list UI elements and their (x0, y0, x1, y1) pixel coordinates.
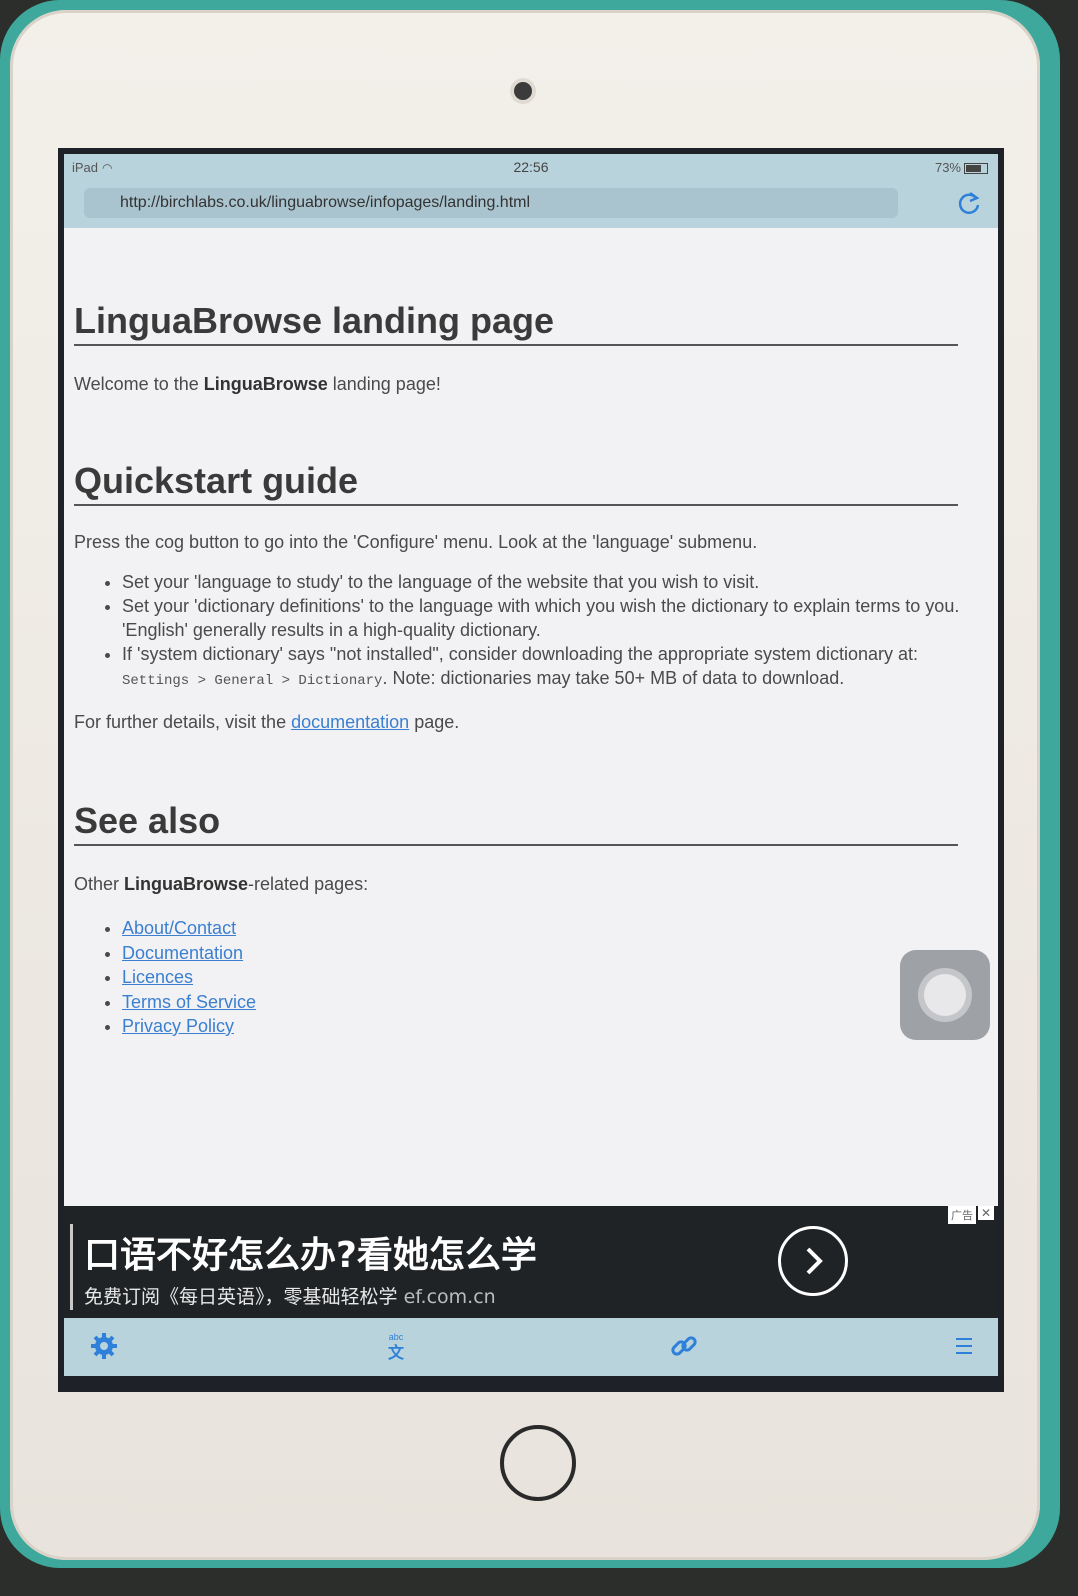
battery-icon (964, 163, 988, 175)
licences-link[interactable]: Licences (122, 967, 193, 987)
list-item: Set your 'language to study' to the lang… (122, 570, 982, 594)
settings-path: Settings > General > Dictionary (122, 673, 383, 689)
url-field[interactable]: http://birchlabs.co.uk/linguabrowse/info… (84, 188, 898, 218)
list-item: About/Contact (122, 916, 982, 941)
quickstart-heading: Quickstart guide (74, 460, 958, 506)
quickstart-list: Set your 'language to study' to the lang… (74, 570, 982, 693)
web-content: LinguaBrowse landing page Welcome to the… (64, 228, 998, 1206)
ad-badge: 广告 (948, 1206, 976, 1224)
ad-headline: 口语不好怎么办?看她怎么学 (84, 1235, 537, 1276)
see-also-heading: See also (74, 800, 958, 846)
list-item: Terms of Service (122, 990, 982, 1015)
page-title: LinguaBrowse landing page (74, 300, 958, 346)
ad-banner[interactable]: 口语不好怎么办?看她怎么学 免费订阅《每日英语》，零基础轻松学 ef.com.c… (64, 1206, 998, 1318)
list-item: Privacy Policy (122, 1014, 982, 1039)
documentation-link[interactable]: documentation (291, 712, 409, 732)
documentation-page-link[interactable]: Documentation (122, 943, 243, 963)
svg-text:文: 文 (388, 1343, 405, 1362)
related-links: About/Contact Documentation Licences Ter… (74, 916, 982, 1039)
see-also-intro: Other LinguaBrowse-related pages: (74, 874, 369, 894)
list-item: If 'system dictionary' says "not install… (122, 642, 982, 693)
list-item: Documentation (122, 941, 982, 966)
ad-arrow-button[interactable] (778, 1226, 848, 1296)
status-bar: iPad ◠ 22:56 73% (64, 154, 998, 180)
list-item: Set your 'dictionary definitions' to the… (122, 594, 982, 642)
clock: 22:56 (513, 159, 549, 175)
chevron-right-icon (806, 1247, 823, 1275)
home-button[interactable] (500, 1425, 576, 1501)
ipad-device: iPad ◠ 22:56 73% http://birchlabs.co.uk/l… (10, 10, 1040, 1560)
list-item: Licences (122, 965, 982, 990)
menu-icon[interactable] (948, 1330, 980, 1362)
camera (514, 82, 532, 100)
assistive-touch-dot (924, 974, 966, 1016)
bottom-toolbar: abc 文 (64, 1318, 998, 1376)
quickstart-intro: Press the cog button to go into the 'Con… (74, 532, 758, 552)
ad-subline: 免费订阅《每日英语》，零基础轻松学 ef.com.cn (84, 1286, 496, 1308)
ad-accent-bar (70, 1224, 73, 1310)
assistive-touch-button[interactable] (900, 950, 990, 1040)
translate-icon[interactable]: abc 文 (380, 1330, 412, 1362)
about-contact-link[interactable]: About/Contact (122, 918, 236, 938)
svg-text:abc: abc (389, 1332, 404, 1342)
close-icon[interactable]: ✕ (978, 1206, 994, 1220)
screen: iPad ◠ 22:56 73% http://birchlabs.co.uk/l… (58, 148, 1004, 1392)
privacy-policy-link[interactable]: Privacy Policy (122, 1016, 234, 1036)
terms-of-service-link[interactable]: Terms of Service (122, 992, 256, 1012)
reload-icon[interactable] (956, 190, 982, 216)
further-details: For further details, visit the documenta… (74, 712, 460, 732)
welcome-text: Welcome to the LinguaBrowse landing page… (74, 374, 441, 394)
url-bar: http://birchlabs.co.uk/linguabrowse/info… (64, 180, 998, 228)
link-icon[interactable] (668, 1330, 700, 1362)
gear-icon[interactable] (88, 1330, 120, 1362)
battery-indicator: 73% (935, 160, 988, 175)
